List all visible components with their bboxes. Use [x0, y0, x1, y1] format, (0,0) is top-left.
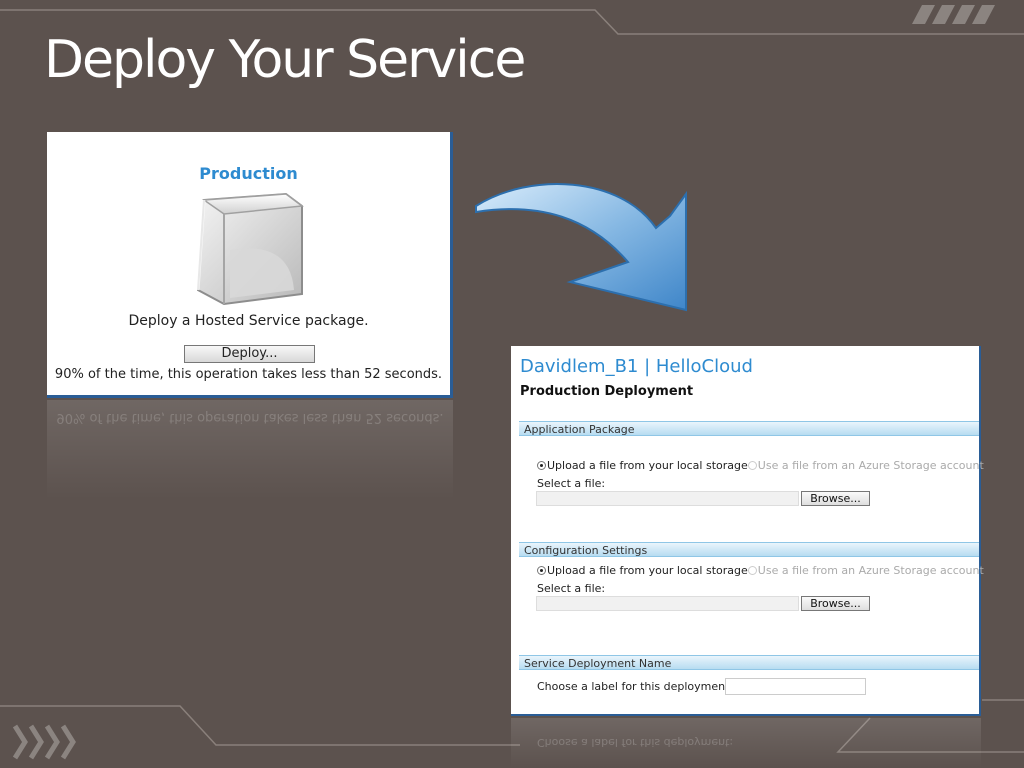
- production-note: 90% of the time, this operation takes le…: [54, 367, 443, 382]
- config-select-label: Select a file:: [537, 582, 606, 595]
- stripe-decoration: [912, 5, 995, 24]
- deployment-label-prompt: Choose a label for this deployment:: [537, 680, 734, 693]
- page-title: Production Deployment: [520, 384, 694, 399]
- deployment-label-input[interactable]: [725, 678, 866, 695]
- production-title: Production: [199, 164, 298, 183]
- slide-title: Deploy Your Service: [44, 30, 526, 90]
- curved-arrow-icon: [475, 183, 687, 312]
- app-package-select-label: Select a file:: [537, 477, 606, 490]
- reflection-text: Choose a label for this deployment:: [537, 736, 734, 749]
- production-panel: Production Deploy a Hosted Service packa…: [47, 132, 453, 398]
- production-panel-reflection: 90% of the time, this operation takes le…: [47, 400, 453, 500]
- deploy-button[interactable]: Deploy...: [184, 345, 315, 363]
- config-local-radio[interactable]: [537, 566, 546, 575]
- chevron-right-icon: [12, 724, 76, 760]
- config-browse-button[interactable]: Browse...: [801, 596, 870, 611]
- reflection-text: 90% of the time, this operation takes le…: [56, 410, 444, 425]
- deployment-panel-reflection: Choose a label for this deployment:: [511, 718, 981, 768]
- section-configuration-settings: Configuration Settings: [519, 542, 979, 557]
- app-package-browse-button[interactable]: Browse...: [801, 491, 870, 506]
- app-package-azure-label[interactable]: Use a file from an Azure Storage account: [758, 459, 984, 472]
- section-service-deployment-name: Service Deployment Name: [519, 655, 979, 670]
- production-description: Deploy a Hosted Service package.: [128, 313, 369, 329]
- config-local-label[interactable]: Upload a file from your local storage: [547, 564, 748, 577]
- app-package-azure-radio[interactable]: [747, 461, 757, 470]
- app-package-local-label[interactable]: Upload a file from your local storage: [547, 459, 748, 472]
- app-package-local-radio[interactable]: [537, 461, 546, 470]
- config-source-options: Upload a file from your local storage Us…: [537, 564, 984, 577]
- app-package-source-options: Upload a file from your local storage Us…: [537, 459, 984, 472]
- breadcrumb[interactable]: Davidlem_B1 | HelloCloud: [520, 356, 753, 377]
- deployment-panel: Davidlem_B1 | HelloCloud Production Depl…: [511, 346, 984, 716]
- app-package-file-input[interactable]: [536, 491, 799, 506]
- config-azure-label[interactable]: Use a file from an Azure Storage account: [758, 564, 984, 577]
- section-application-package: Application Package: [519, 421, 979, 436]
- config-azure-radio[interactable]: [747, 566, 757, 575]
- glass-cube-icon: [196, 192, 304, 306]
- config-file-input[interactable]: [536, 596, 799, 611]
